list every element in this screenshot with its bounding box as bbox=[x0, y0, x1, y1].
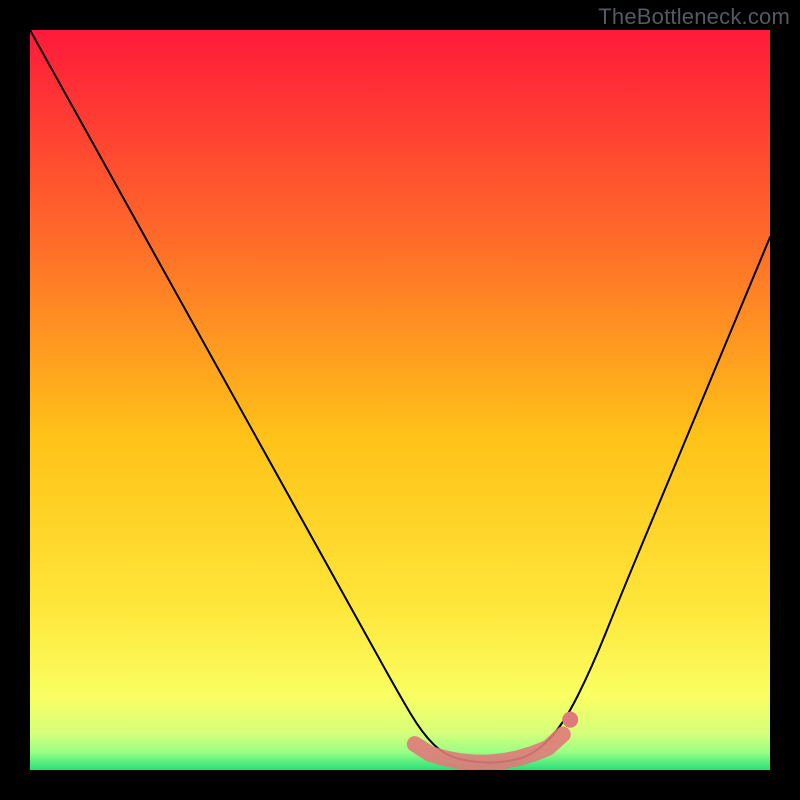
bottleneck-plot bbox=[30, 30, 770, 770]
plot-svg bbox=[30, 30, 770, 770]
gradient-background bbox=[30, 30, 770, 770]
optimal-zone-end-dot bbox=[562, 712, 578, 728]
chart-frame: TheBottleneck.com bbox=[0, 0, 800, 800]
watermark-text: TheBottleneck.com bbox=[598, 4, 790, 30]
